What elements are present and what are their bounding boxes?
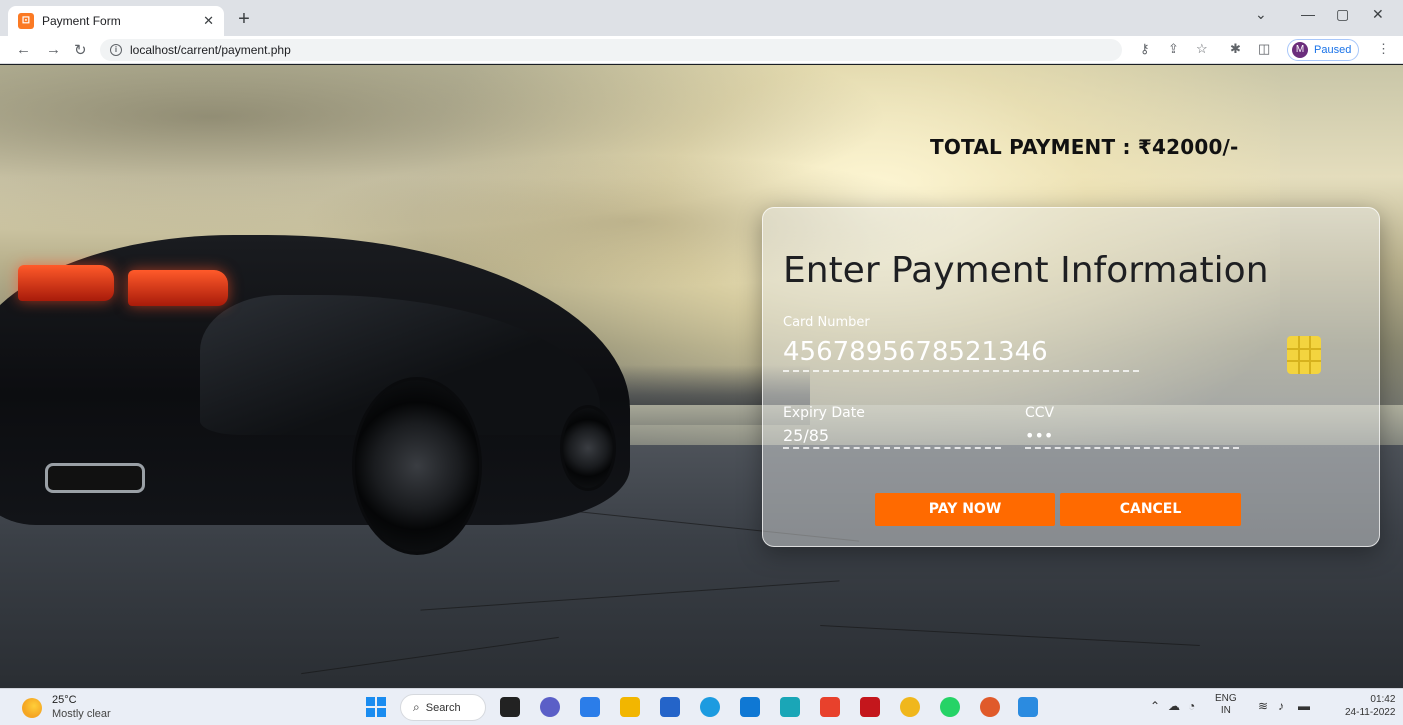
office-icon[interactable] xyxy=(820,697,840,717)
task-view-icon[interactable] xyxy=(500,697,520,717)
cancel-button[interactable]: CANCEL xyxy=(1060,493,1241,526)
reload-icon[interactable]: ↻ xyxy=(74,41,87,59)
car-taillight-left xyxy=(18,265,114,301)
car-rear-wheel xyxy=(352,377,482,555)
expiry-date-label: Expiry Date xyxy=(783,405,865,421)
weather-sun-icon xyxy=(22,698,42,718)
outlook-icon[interactable] xyxy=(740,697,760,717)
clock-date: 24-11-2022 xyxy=(1345,707,1396,718)
vscode-icon[interactable] xyxy=(1018,697,1038,717)
sidepanel-icon[interactable]: ◫ xyxy=(1258,41,1270,57)
lang-line2: IN xyxy=(1220,705,1231,716)
tab-title: Payment Form xyxy=(42,14,121,28)
extensions-icon[interactable]: ✱ xyxy=(1230,41,1241,57)
car-front-wheel xyxy=(560,405,616,491)
ccv-label: CCV xyxy=(1025,405,1055,421)
language-indicator[interactable]: ENG IN xyxy=(1215,693,1237,717)
close-icon[interactable]: ✕ xyxy=(1372,6,1384,23)
volume-icon[interactable]: ♪ xyxy=(1278,699,1284,713)
battery-icon[interactable]: ▬ xyxy=(1298,699,1310,713)
taskbar-search[interactable]: ⌕ Search xyxy=(400,694,486,721)
total-payment: TOTAL PAYMENT : ₹42000/- xyxy=(930,135,1239,159)
tab-favicon-icon: ⊡ xyxy=(18,13,34,29)
store-icon[interactable] xyxy=(660,697,680,717)
browser-tab-bar: ⊡ Payment Form ✕ + ⌄ — ▢ ✕ xyxy=(0,0,1403,36)
menu-icon[interactable]: ⋮ xyxy=(1377,41,1390,57)
weather-desc: Mostly clear xyxy=(52,708,111,720)
network-status-icon[interactable]: ◔ xyxy=(1188,699,1195,713)
chrome-profile-icon[interactable] xyxy=(980,697,1000,717)
search-icon: ⌕ xyxy=(413,700,420,714)
info-icon[interactable]: i xyxy=(110,44,122,56)
pay-now-button[interactable]: PAY NOW xyxy=(875,493,1055,526)
browser-toolbar: ← → ↻ i localhost/carrent/payment.php ⚷ … xyxy=(0,36,1403,64)
share-icon[interactable]: ⇪ xyxy=(1168,41,1179,57)
clock[interactable]: 01:42 24-11-2022 xyxy=(1345,693,1395,719)
tab-close-icon[interactable]: ✕ xyxy=(203,13,214,29)
car-taillight-right xyxy=(128,270,228,306)
card-chip-icon xyxy=(1287,336,1321,374)
mcafee-icon[interactable] xyxy=(860,697,880,717)
forward-icon[interactable]: → xyxy=(46,41,61,58)
teams-app-icon[interactable] xyxy=(780,697,800,717)
key-icon[interactable]: ⚷ xyxy=(1140,41,1150,57)
windows-taskbar: 25°C Mostly clear ⌕ Search ⌃ ☁ ◔ ENG IN … xyxy=(0,688,1403,725)
up-arrow-icon[interactable]: ⌃ xyxy=(1150,699,1160,713)
expiry-date-input[interactable] xyxy=(783,423,1001,449)
back-icon[interactable]: ← xyxy=(16,41,31,58)
card-number-label: Card Number xyxy=(783,315,870,330)
cloud-icon[interactable]: ☁ xyxy=(1168,699,1180,713)
chat-icon[interactable] xyxy=(540,697,560,717)
ccv-input[interactable] xyxy=(1025,423,1239,449)
maximize-icon[interactable]: ▢ xyxy=(1336,6,1349,23)
tab-payment-form[interactable]: ⊡ Payment Form ✕ xyxy=(8,6,224,36)
windows-start-icon[interactable] xyxy=(366,697,386,717)
weather-temp: 25°C xyxy=(52,694,77,706)
profile-button[interactable]: M Paused xyxy=(1287,39,1359,61)
address-bar[interactable]: i localhost/carrent/payment.php xyxy=(100,39,1122,61)
desktop-app-icon[interactable] xyxy=(580,697,600,717)
lang-line1: ENG xyxy=(1215,693,1237,704)
whatsapp-icon[interactable] xyxy=(940,697,960,717)
new-tab-button[interactable]: + xyxy=(232,8,256,32)
address-url[interactable]: localhost/carrent/payment.php xyxy=(130,43,291,57)
car-exhaust xyxy=(45,463,145,493)
payment-form-card: Enter Payment Information Card Number Ex… xyxy=(762,207,1380,547)
star-icon[interactable]: ☆ xyxy=(1196,41,1208,57)
card-number-input[interactable] xyxy=(783,334,1139,372)
chrome-icon[interactable] xyxy=(900,697,920,717)
form-title: Enter Payment Information xyxy=(783,250,1269,291)
file-explorer-icon[interactable] xyxy=(620,697,640,717)
avatar: M xyxy=(1292,42,1308,58)
clock-time: 01:42 xyxy=(1370,694,1396,705)
page-viewport: TOTAL PAYMENT : ₹42000/- Enter Payment I… xyxy=(0,65,1403,688)
minimize-icon[interactable]: — xyxy=(1301,6,1315,22)
edge-icon[interactable] xyxy=(700,697,720,717)
search-label: Search xyxy=(425,701,461,714)
profile-status: Paused xyxy=(1314,44,1352,56)
wifi-icon[interactable]: ≋ xyxy=(1258,699,1268,713)
chevron-down-icon[interactable]: ⌄ xyxy=(1255,6,1267,23)
